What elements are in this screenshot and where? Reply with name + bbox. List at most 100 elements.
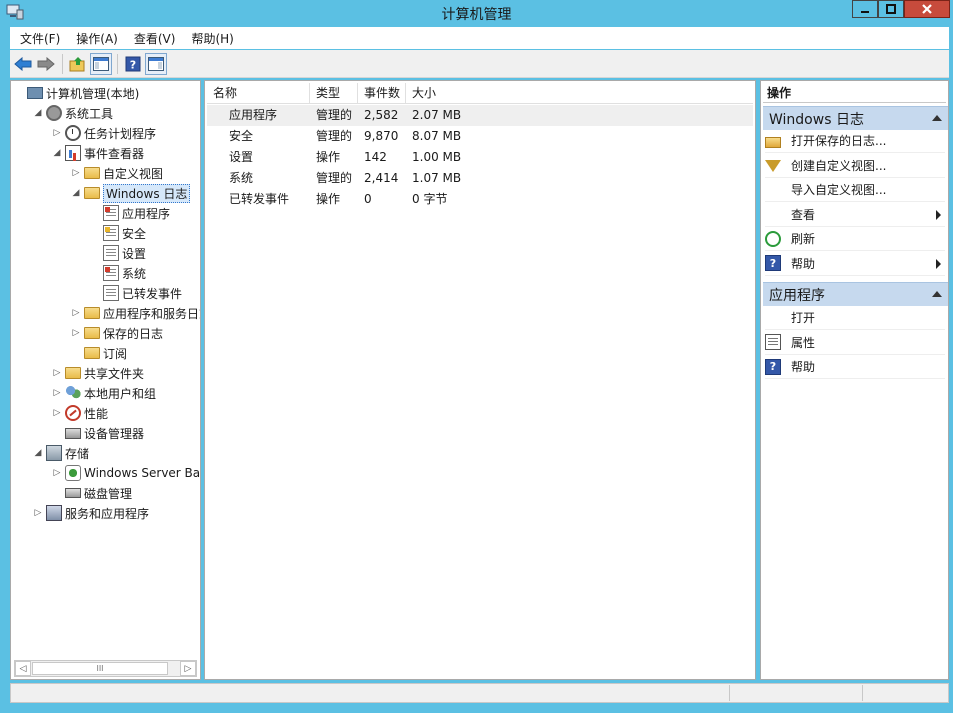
- tree-item-label: 保存的日志: [103, 326, 164, 341]
- expanded-arrow-icon[interactable]: ◢: [51, 148, 63, 158]
- tree-item-label: 安全: [122, 226, 147, 241]
- log-icon: [103, 205, 119, 221]
- actions-section-windows-logs[interactable]: Windows 日志: [763, 106, 948, 130]
- tree-item-label: 应用程序: [122, 206, 171, 221]
- tree-item[interactable]: 安全: [89, 223, 146, 243]
- expanded-arrow-icon[interactable]: ◢: [32, 108, 44, 118]
- submenu-arrow-icon: [936, 258, 941, 269]
- help-icon: ?: [765, 255, 781, 271]
- action-item-label: 刷新: [791, 232, 816, 246]
- tree-item[interactable]: ▷ 任务计划程序: [51, 123, 156, 143]
- collapse-up-icon[interactable]: [932, 115, 942, 121]
- collapsed-arrow-icon[interactable]: ▷: [70, 308, 82, 318]
- up-level-button[interactable]: [67, 53, 89, 75]
- column-header-count[interactable]: 事件数: [358, 83, 406, 104]
- local-users-icon: [65, 385, 81, 401]
- collapsed-arrow-icon[interactable]: ▷: [32, 508, 44, 518]
- tree-item[interactable]: 应用程序: [89, 203, 170, 223]
- tree-item-label: 存储: [65, 446, 90, 461]
- tree-item[interactable]: ▷ 性能: [51, 403, 108, 423]
- collapsed-arrow-icon[interactable]: ▷: [51, 368, 63, 378]
- tree-item[interactable]: ◢ 系统工具: [32, 103, 113, 123]
- action-item[interactable]: ? 帮助: [765, 252, 945, 276]
- action-item[interactable]: 导入自定义视图...: [765, 178, 945, 202]
- close-button[interactable]: [904, 0, 950, 18]
- action-item-label: 打开: [791, 311, 816, 325]
- action-item[interactable]: 刷新: [765, 227, 945, 251]
- tree-item[interactable]: ▷ 自定义视图: [70, 163, 163, 183]
- show-hide-console-tree-button[interactable]: [90, 52, 112, 75]
- column-header-type[interactable]: 类型: [310, 83, 358, 104]
- tree-item[interactable]: ▷ Windows Server Back: [51, 463, 201, 483]
- show-hide-tree-icon: [93, 56, 109, 71]
- svg-text:?: ?: [130, 58, 136, 71]
- expanded-arrow-icon[interactable]: ◢: [70, 188, 82, 198]
- maximize-button[interactable]: [878, 0, 904, 18]
- tree-item-label: Windows Server Back: [84, 466, 201, 480]
- folder-icon: [84, 307, 100, 319]
- action-item[interactable]: 属性: [765, 331, 945, 355]
- tree-item[interactable]: ▷ 共享文件夹: [51, 363, 144, 383]
- forward-button[interactable]: [35, 53, 57, 75]
- tree-item[interactable]: ◢ 存储: [32, 443, 89, 463]
- action-item[interactable]: ? 帮助: [765, 355, 945, 379]
- log-row[interactable]: 应用程序 管理的 2,582 2.07 MB: [207, 105, 753, 126]
- action-item[interactable]: 查看: [765, 203, 945, 227]
- tree-item[interactable]: ▷ 保存的日志: [70, 323, 163, 343]
- column-header-size[interactable]: 大小: [406, 83, 753, 104]
- tree-item[interactable]: ▷ 本地用户和组: [51, 383, 156, 403]
- action-icon-placeholder: [765, 206, 781, 222]
- tree-item[interactable]: ▷ 应用程序和服务日志: [70, 303, 201, 323]
- minimize-button[interactable]: [852, 0, 878, 18]
- tree-item[interactable]: ◢ 事件查看器: [51, 143, 144, 163]
- tree-item[interactable]: 设置: [89, 243, 146, 263]
- tree-item[interactable]: 设备管理器: [51, 423, 144, 443]
- collapsed-arrow-icon[interactable]: ▷: [51, 388, 63, 398]
- log-row[interactable]: 安全 管理的 9,870 8.07 MB: [207, 126, 753, 147]
- title-bar[interactable]: 计算机管理: [0, 0, 953, 26]
- log-row[interactable]: 已转发事件 操作 0 0 字节: [207, 189, 753, 210]
- column-header-name[interactable]: 名称: [207, 83, 310, 104]
- cell-name: 应用程序: [229, 108, 278, 122]
- show-hide-action-pane-button[interactable]: [145, 52, 167, 75]
- tree-item[interactable]: 磁盘管理: [51, 483, 132, 503]
- menu-action[interactable]: 操作(A): [76, 30, 118, 47]
- collapsed-arrow-icon[interactable]: ▷: [70, 328, 82, 338]
- collapsed-arrow-icon[interactable]: ▷: [51, 408, 63, 418]
- tree-item[interactable]: ▷ 服务和应用程序: [32, 503, 149, 523]
- tree-item-label: 应用程序和服务日志: [103, 306, 201, 321]
- scroll-left-button[interactable]: ◁: [15, 661, 31, 676]
- tree-item[interactable]: 系统: [89, 263, 146, 283]
- menu-file[interactable]: 文件(F): [20, 30, 60, 47]
- scroll-thumb[interactable]: III: [32, 662, 168, 675]
- collapsed-arrow-icon[interactable]: ▷: [51, 128, 63, 138]
- collapse-up-icon[interactable]: [932, 291, 942, 297]
- tree-item-label: 订阅: [103, 346, 128, 361]
- tree-item[interactable]: ◢ Windows 日志: [70, 183, 191, 203]
- scroll-right-button[interactable]: ▷: [180, 661, 196, 676]
- console-tree-pane[interactable]: 计算机管理(本地) ◢ 系统工具 ▷ 任务计划程序 ◢ 事件查看器 ▷ 自定义视图 ◢ Window…: [10, 80, 201, 680]
- back-button[interactable]: [12, 53, 34, 75]
- collapsed-arrow-icon[interactable]: ▷: [70, 168, 82, 178]
- toolbar-separator: [117, 53, 118, 74]
- log-list-pane[interactable]: 名称 类型 事件数 大小 应用程序 管理的 2,582 2.07 MB 安全 管理的 9,8…: [204, 80, 756, 680]
- tree-horizontal-scrollbar[interactable]: ◁ III ▷: [14, 660, 197, 677]
- collapsed-arrow-icon[interactable]: ▷: [51, 468, 63, 478]
- tree-item[interactable]: 计算机管理(本地): [13, 83, 139, 103]
- help-toolbar-button[interactable]: ?: [122, 53, 144, 75]
- action-item[interactable]: 创建自定义视图...: [765, 154, 945, 178]
- log-row[interactable]: 系统 管理的 2,414 1.07 MB: [207, 168, 753, 189]
- expanded-arrow-icon[interactable]: ◢: [32, 448, 44, 458]
- menu-view[interactable]: 查看(V): [134, 30, 176, 47]
- tree-item[interactable]: 订阅: [70, 343, 127, 363]
- action-item[interactable]: 打开保存的日志...: [765, 129, 945, 153]
- action-item-label: 查看: [791, 207, 816, 222]
- tree-item-label: 服务和应用程序: [65, 506, 150, 521]
- action-icon-placeholder: [765, 182, 781, 198]
- menu-help[interactable]: 帮助(H): [191, 30, 233, 47]
- log-icon: [103, 225, 119, 241]
- action-item[interactable]: 打开: [765, 306, 945, 330]
- log-row[interactable]: 设置 操作 142 1.00 MB: [207, 147, 753, 168]
- actions-section-application[interactable]: 应用程序: [763, 282, 948, 306]
- tree-item[interactable]: 已转发事件: [89, 283, 182, 303]
